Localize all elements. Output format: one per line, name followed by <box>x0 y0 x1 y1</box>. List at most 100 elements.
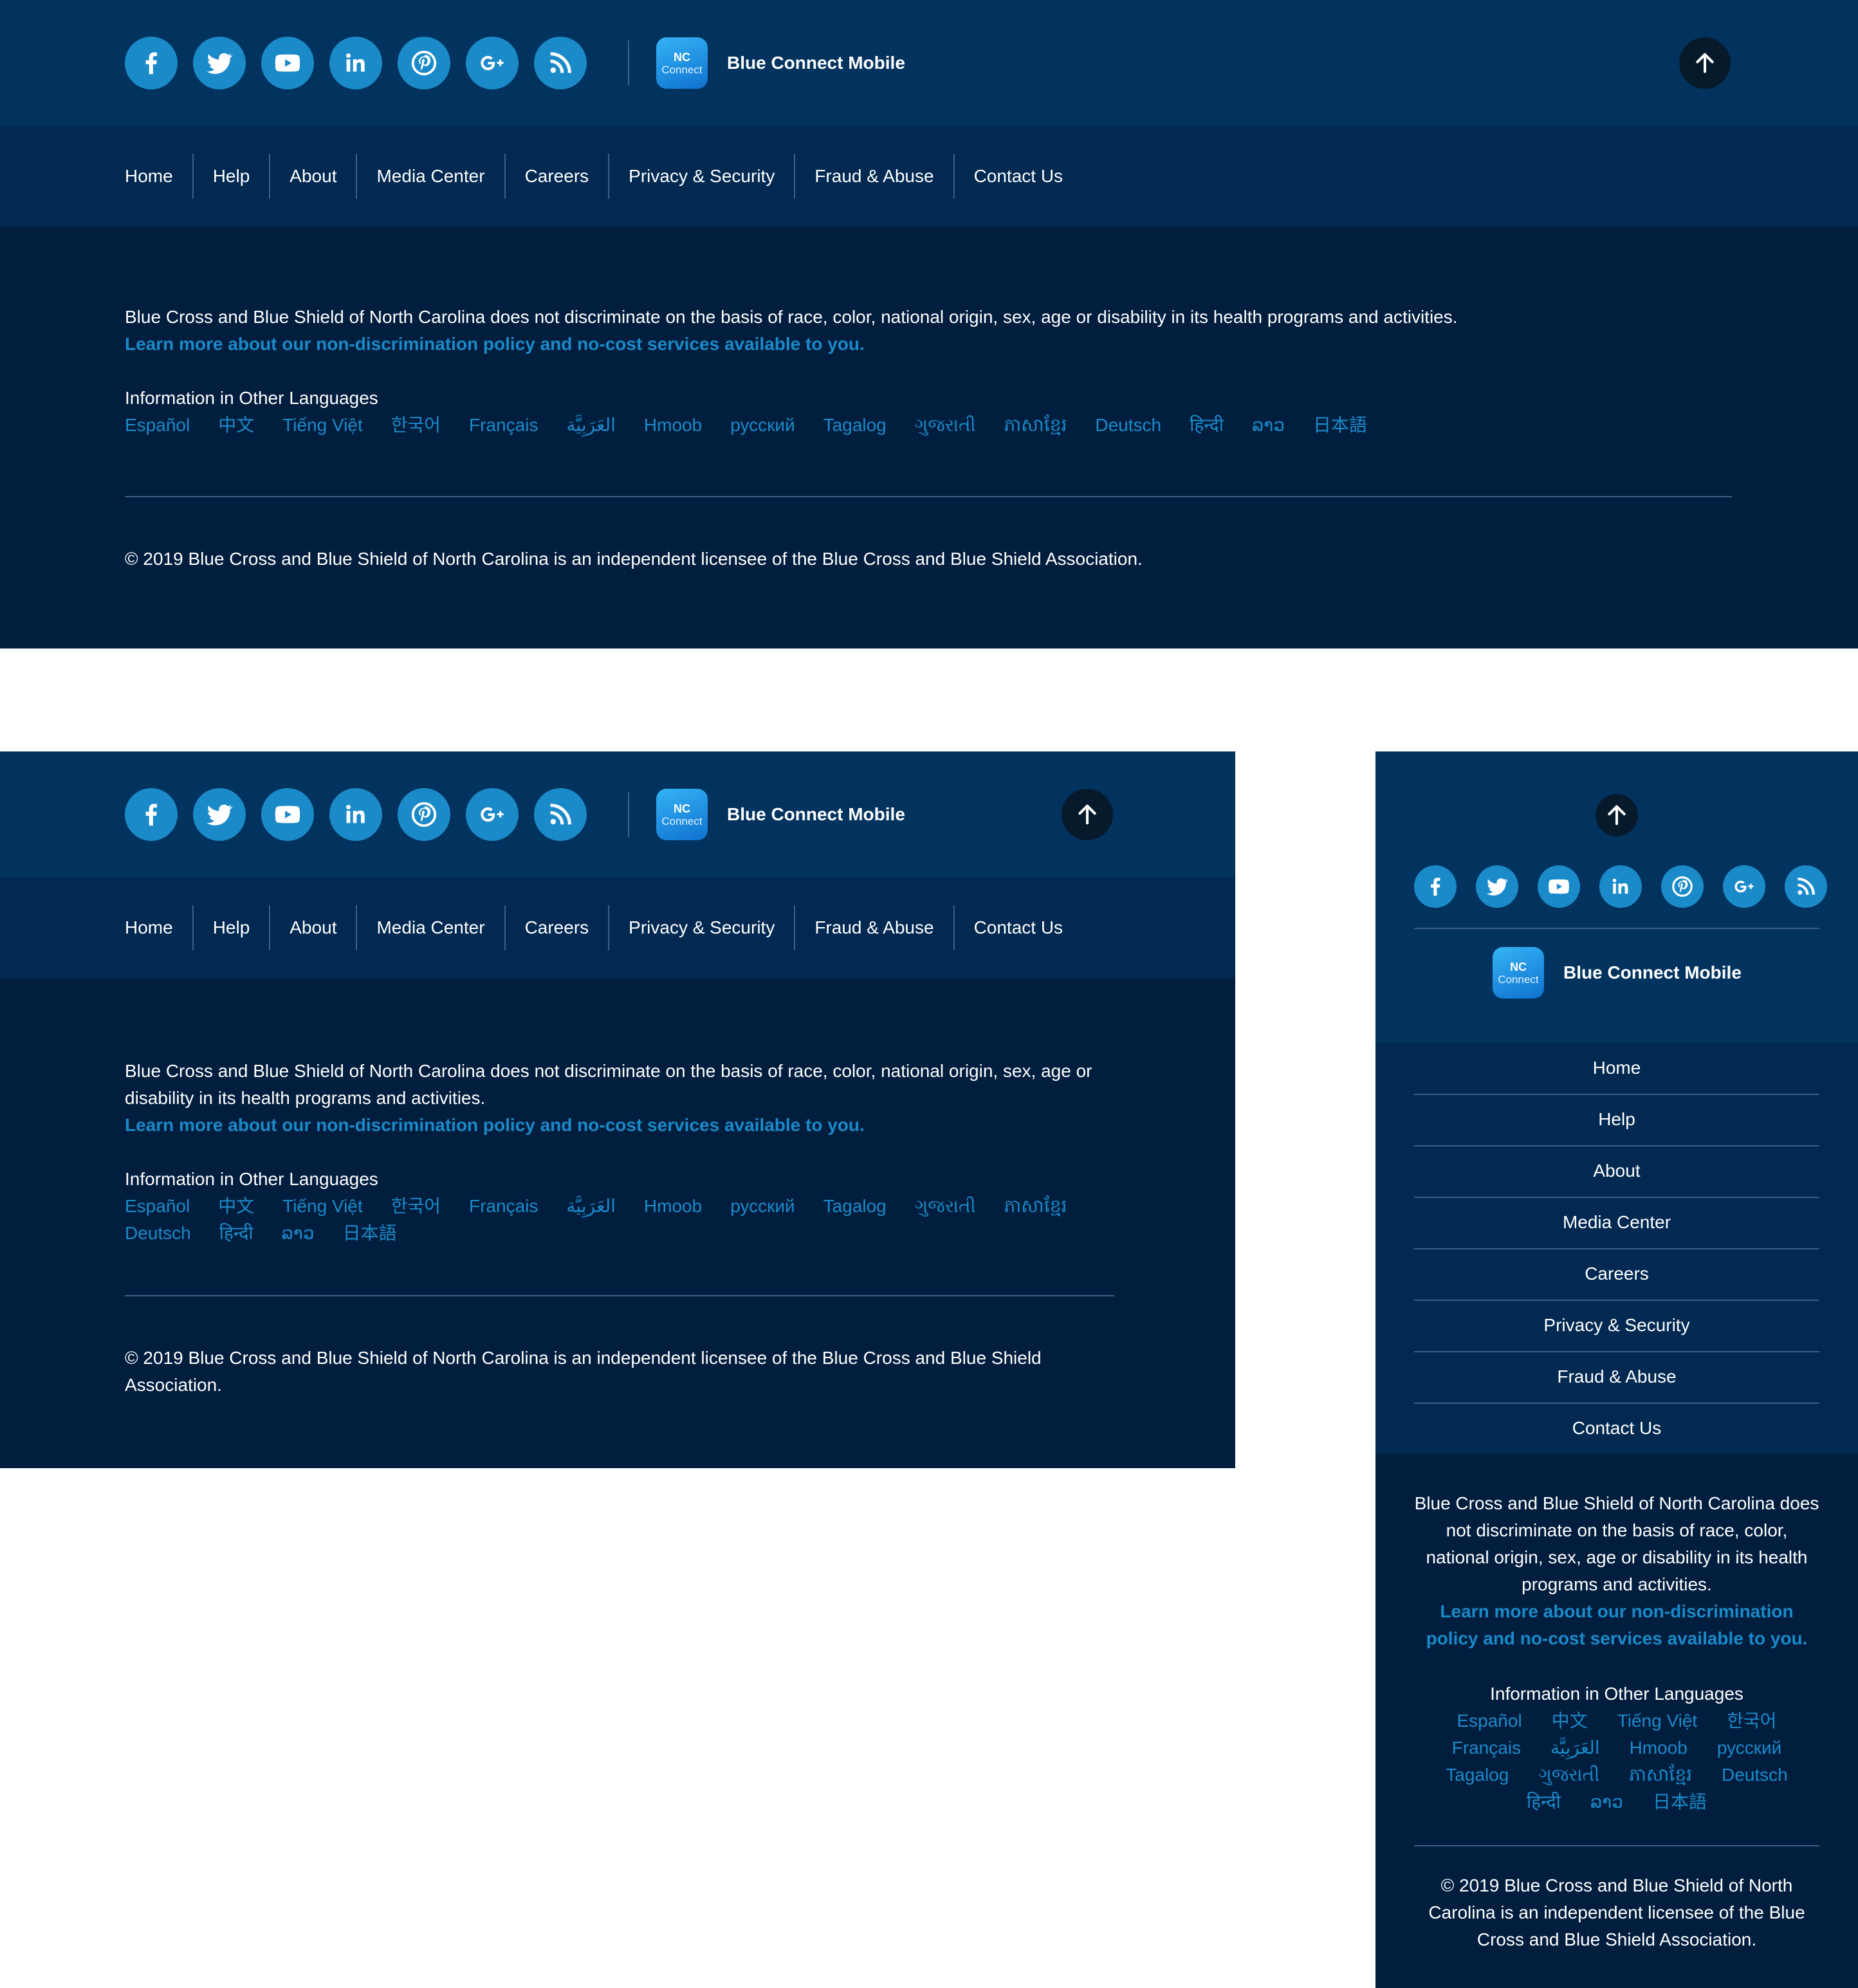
facebook-link[interactable] <box>125 37 178 89</box>
nav-link-fraud-and-abuse[interactable]: Fraud & Abuse <box>1414 1351 1819 1404</box>
nav-link-help[interactable]: Help <box>1414 1094 1819 1146</box>
youtube-link[interactable] <box>261 788 314 841</box>
language-link[interactable]: हिन्दी <box>219 1220 253 1247</box>
language-link[interactable]: ລາວ <box>282 1220 315 1247</box>
language-link[interactable]: Hmoob <box>644 1193 702 1220</box>
nav-link-home[interactable]: Home <box>125 154 192 199</box>
language-link[interactable]: Deutsch <box>125 1220 191 1247</box>
language-link[interactable]: 日本語 <box>1313 412 1367 439</box>
blue-connect-mobile-link[interactable]: NC Connect Blue Connect Mobile <box>656 789 905 840</box>
nav-link-privacy-and-security[interactable]: Privacy & Security <box>608 154 794 199</box>
back-to-top-button[interactable] <box>1062 789 1113 840</box>
nav-link-privacy-and-security[interactable]: Privacy & Security <box>1414 1300 1819 1352</box>
language-link[interactable]: ગુજરાતી <box>1538 1762 1599 1789</box>
nav-link-privacy-and-security[interactable]: Privacy & Security <box>608 905 794 950</box>
language-link[interactable]: 日本語 <box>1653 1789 1707 1816</box>
nav-link-contact-us[interactable]: Contact Us <box>953 154 1083 199</box>
nav-link-media-center[interactable]: Media Center <box>356 154 504 199</box>
facebook-link[interactable] <box>125 788 178 841</box>
pinterest-link[interactable] <box>1661 865 1704 908</box>
facebook-link[interactable] <box>1414 865 1457 908</box>
language-link[interactable]: ភាសាខ្មែរ <box>1004 1193 1067 1220</box>
rss-link[interactable] <box>534 788 587 841</box>
language-link[interactable]: Tagalog <box>1446 1762 1509 1789</box>
twitter-link[interactable] <box>193 37 246 89</box>
language-link[interactable]: Tiếng Việt <box>1617 1707 1698 1735</box>
nav-link-contact-us[interactable]: Contact Us <box>953 905 1083 950</box>
nav-link-fraud-and-abuse[interactable]: Fraud & Abuse <box>794 154 953 199</box>
language-link[interactable]: العَرَبِيَّة <box>566 1193 616 1220</box>
nav-link-home[interactable]: Home <box>1414 1042 1819 1095</box>
google-plus-link[interactable] <box>1723 865 1765 908</box>
twitter-link[interactable] <box>193 788 246 841</box>
google-plus-link[interactable] <box>466 37 519 89</box>
language-link[interactable]: Español <box>125 1193 190 1220</box>
nav-link-media-center[interactable]: Media Center <box>356 905 504 950</box>
language-link[interactable]: 中文 <box>218 412 254 439</box>
language-link[interactable]: 한국어 <box>391 1193 441 1220</box>
google-plus-link[interactable] <box>466 788 519 841</box>
youtube-link[interactable] <box>261 37 314 89</box>
language-link[interactable]: हिन्दी <box>1527 1789 1561 1816</box>
footer-divider <box>125 1295 1114 1296</box>
rss-link[interactable] <box>534 37 587 89</box>
back-to-top-button[interactable] <box>1679 37 1731 89</box>
language-link[interactable]: Deutsch <box>1095 412 1161 439</box>
linkedin-link[interactable] <box>329 37 382 89</box>
language-link[interactable]: 한국어 <box>391 412 441 439</box>
language-link[interactable]: Tiếng Việt <box>282 1193 363 1220</box>
language-link[interactable]: русский <box>730 412 795 439</box>
nav-link-media-center[interactable]: Media Center <box>1414 1197 1819 1249</box>
blue-connect-mobile-link[interactable]: NC Connect Blue Connect Mobile <box>656 37 905 89</box>
language-link[interactable]: ગુજરાતી <box>915 412 976 439</box>
language-link[interactable]: العَرَبِيَّة <box>566 412 616 439</box>
pinterest-link[interactable] <box>398 788 450 841</box>
language-link[interactable]: Français <box>469 412 538 439</box>
language-link[interactable]: Tagalog <box>823 1193 887 1220</box>
linkedin-link[interactable] <box>1599 865 1642 908</box>
youtube-link[interactable] <box>1538 865 1580 908</box>
language-link[interactable]: Español <box>1457 1707 1522 1735</box>
language-link[interactable]: ភាសាខ្មែរ <box>1004 412 1067 439</box>
language-link[interactable]: ລາວ <box>1252 412 1285 439</box>
twitter-link[interactable] <box>1476 865 1518 908</box>
back-to-top-button[interactable] <box>1596 794 1638 836</box>
language-link[interactable]: ລາວ <box>1590 1789 1623 1816</box>
language-link[interactable]: Hmoob <box>1630 1735 1688 1762</box>
language-link[interactable]: العَرَبِيَّة <box>1550 1735 1600 1762</box>
nav-link-about[interactable]: About <box>1414 1145 1819 1198</box>
language-link[interactable]: हिन्दी <box>1190 412 1224 439</box>
nav-link-careers[interactable]: Careers <box>504 154 609 199</box>
nav-link-about[interactable]: About <box>269 905 356 950</box>
non-discrimination-link[interactable]: Learn more about our non-discrimination … <box>125 334 865 354</box>
nav-link-fraud-and-abuse[interactable]: Fraud & Abuse <box>794 905 953 950</box>
nav-link-help[interactable]: Help <box>192 154 270 199</box>
language-link[interactable]: Español <box>125 412 190 439</box>
nav-link-careers[interactable]: Careers <box>504 905 609 950</box>
nav-link-about[interactable]: About <box>269 154 356 199</box>
language-link[interactable]: ગુજરાતી <box>915 1193 976 1220</box>
rss-link[interactable] <box>1785 865 1827 908</box>
nav-link-home[interactable]: Home <box>125 905 192 950</box>
language-link[interactable]: 한국어 <box>1727 1707 1776 1735</box>
language-link[interactable]: ភាសាខ្មែរ <box>1629 1762 1692 1789</box>
non-discrimination-link[interactable]: Learn more about our non-discrimination … <box>1426 1601 1808 1648</box>
nav-link-contact-us[interactable]: Contact Us <box>1414 1403 1819 1454</box>
language-link[interactable]: 中文 <box>1552 1707 1588 1735</box>
language-link[interactable]: Français <box>1452 1735 1521 1762</box>
non-discrimination-link[interactable]: Learn more about our non-discrimination … <box>125 1115 865 1135</box>
nav-link-careers[interactable]: Careers <box>1414 1248 1819 1301</box>
nav-link-help[interactable]: Help <box>192 905 270 950</box>
language-link[interactable]: Tiếng Việt <box>282 412 363 439</box>
language-link[interactable]: 中文 <box>218 1193 254 1220</box>
language-link[interactable]: Français <box>469 1193 538 1220</box>
language-link[interactable]: русский <box>730 1193 795 1220</box>
language-link[interactable]: Hmoob <box>644 412 702 439</box>
linkedin-link[interactable] <box>329 788 382 841</box>
language-link[interactable]: русский <box>1717 1735 1781 1762</box>
language-link[interactable]: Deutsch <box>1722 1762 1788 1789</box>
pinterest-link[interactable] <box>398 37 450 89</box>
language-link[interactable]: 日本語 <box>343 1220 397 1247</box>
language-link[interactable]: Tagalog <box>823 412 887 439</box>
blue-connect-mobile-link[interactable]: NC Connect Blue Connect Mobile <box>1493 947 1742 999</box>
